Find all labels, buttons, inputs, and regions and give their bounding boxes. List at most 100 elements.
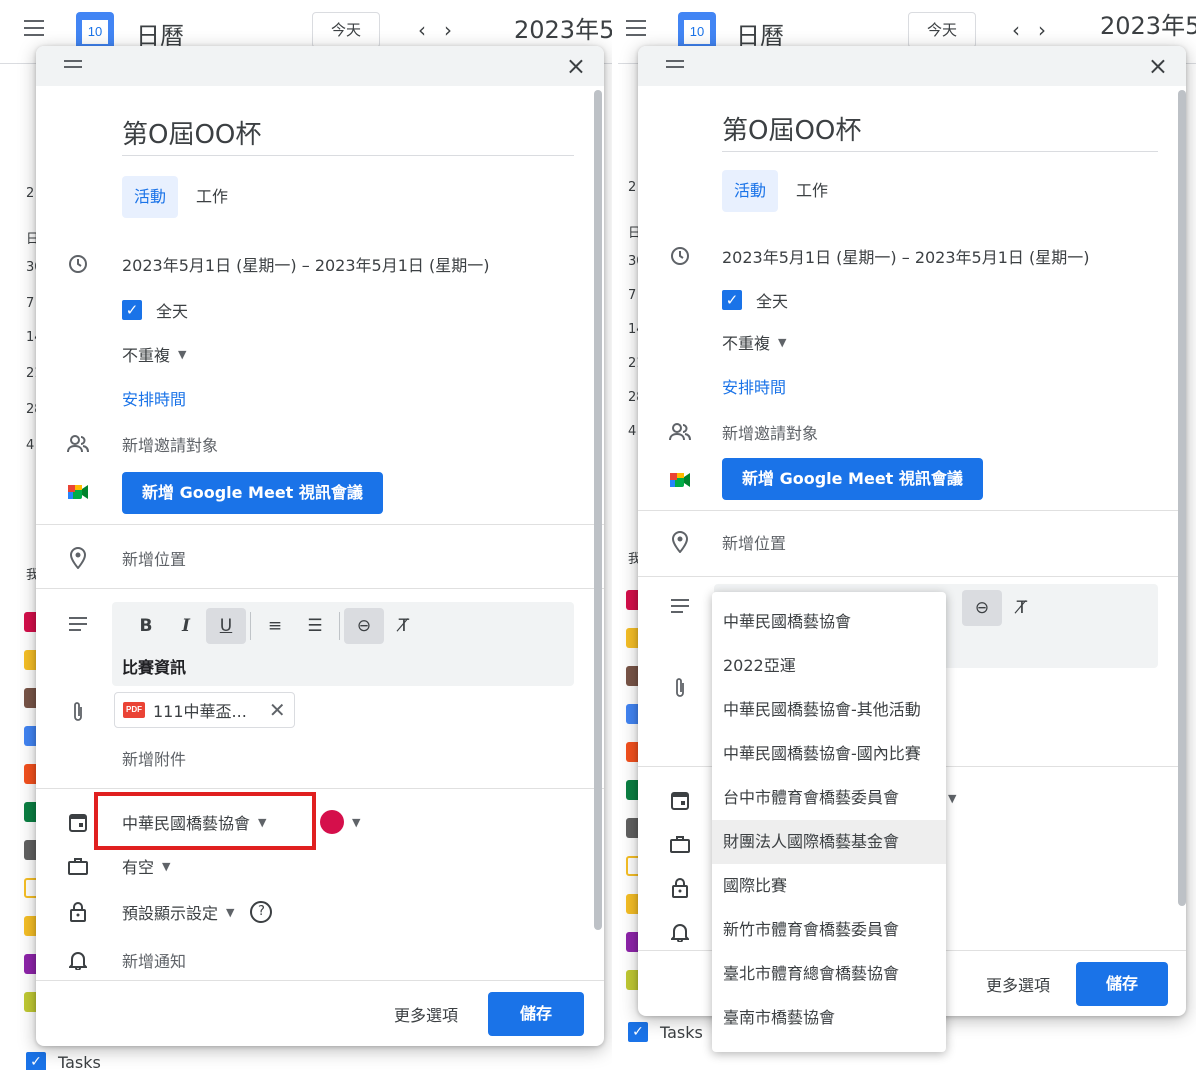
add-notification[interactable]: 新增通知 — [122, 948, 186, 972]
google-meet-icon — [668, 468, 692, 492]
date-range[interactable]: 2023年5月1日 (星期一) – 2023年5月1日 (星期一) — [122, 252, 489, 276]
link-icon[interactable]: ⊖ — [962, 590, 1002, 626]
tab-task[interactable]: 工作 — [184, 176, 240, 218]
close-icon[interactable]: × — [1148, 52, 1168, 80]
calendar-option[interactable]: 中華民國橋藝協會-國內比賽 — [712, 732, 946, 776]
date-nav[interactable]: ‹› — [1012, 18, 1064, 42]
drag-bar[interactable]: × — [638, 46, 1186, 86]
scrollbar[interactable] — [1178, 90, 1186, 906]
remove-attachment-icon[interactable]: ✕ — [269, 698, 286, 722]
next-arrow-icon[interactable]: › — [1038, 18, 1064, 42]
main-menu-icon[interactable] — [24, 20, 44, 36]
calendar-option[interactable]: 國際比賽 — [712, 864, 946, 908]
next-arrow-icon[interactable]: › — [444, 18, 470, 42]
clear-format-icon[interactable]: T̸ — [384, 608, 424, 644]
prev-arrow-icon[interactable]: ‹ — [418, 18, 444, 42]
more-options-button[interactable]: 更多選項 — [394, 1002, 458, 1026]
add-location-text[interactable]: 新增位置 — [722, 530, 786, 554]
underline-icon[interactable]: U — [206, 608, 246, 644]
calendar-select[interactable]: 中華民國橋藝協會 ▼ — [122, 810, 266, 834]
add-guests-text[interactable]: 新增邀請對象 — [122, 432, 218, 456]
bullet-list-icon[interactable]: ☰ — [295, 608, 335, 644]
add-location[interactable]: 新增位置 — [722, 530, 786, 554]
check-icon[interactable]: ✓ — [26, 1052, 46, 1070]
description-editor[interactable]: B I U ≡ ☰ ⊖ T̸ 比賽資訊 — [112, 602, 574, 686]
tasks-row[interactable]: ✓ Tasks — [628, 1022, 703, 1042]
scrollbar[interactable] — [594, 90, 602, 930]
all-day-row[interactable]: ✓ 全天 — [122, 298, 188, 322]
logo-day: 10 — [684, 20, 710, 44]
date-range-text[interactable]: 2023年5月1日 (星期一) – 2023年5月1日 (星期一) — [722, 244, 1089, 268]
calendar-option[interactable]: 中華民國橋藝協會-其他活動 — [712, 688, 946, 732]
repeat-dropdown[interactable]: 不重複 ▼ — [122, 342, 186, 366]
attachment-name[interactable]: 111中華盃... — [153, 698, 247, 722]
close-icon[interactable]: × — [566, 52, 586, 80]
find-time-text[interactable]: 安排時間 — [722, 374, 786, 398]
date-range-text[interactable]: 2023年5月1日 (星期一) – 2023年5月1日 (星期一) — [122, 252, 489, 276]
paperclip-icon — [66, 700, 90, 724]
add-meet-button[interactable]: 新增 Google Meet 視訊會議 — [722, 458, 983, 500]
drag-handle-icon[interactable] — [64, 60, 82, 68]
save-button[interactable]: 儲存 — [488, 992, 584, 1036]
event-color-dot[interactable] — [320, 810, 344, 834]
repeat-dropdown[interactable]: 不重複 ▼ — [722, 330, 786, 354]
calendar-option[interactable]: 台中市體育會橋藝委員會 — [712, 776, 946, 820]
find-time-text[interactable]: 安排時間 — [122, 386, 186, 410]
add-meet-button[interactable]: 新增 Google Meet 視訊會議 — [122, 472, 383, 514]
add-notification-text[interactable]: 新增通知 — [122, 948, 186, 972]
help-icon[interactable]: ? — [250, 901, 273, 923]
tab-event[interactable]: 活動 — [722, 170, 779, 212]
description-text[interactable]: 比賽資訊 — [122, 654, 186, 678]
color-picker[interactable]: ▼ — [320, 810, 360, 834]
add-guests[interactable]: 新增邀請對象 — [722, 420, 818, 444]
pdf-icon: PDF — [123, 702, 145, 718]
people-icon — [66, 432, 90, 456]
chevron-down-icon: ▼ — [178, 347, 187, 361]
chevron-down-icon: ▼ — [162, 859, 171, 873]
add-guests[interactable]: 新增邀請對象 — [122, 432, 218, 456]
save-button[interactable]: 儲存 — [1076, 962, 1168, 1006]
drag-handle-icon[interactable] — [666, 60, 684, 68]
add-location[interactable]: 新增位置 — [122, 546, 186, 570]
add-attachment[interactable]: 新增附件 — [122, 746, 186, 770]
calendar-option[interactable]: 新竹市體育會橋藝委員會 — [712, 908, 946, 952]
date-nav[interactable]: ‹› — [418, 18, 470, 42]
link-icon[interactable]: ⊖ — [344, 608, 384, 644]
numbered-list-icon[interactable]: ≡ — [255, 608, 295, 644]
date-range[interactable]: 2023年5月1日 (星期一) – 2023年5月1日 (星期一) — [722, 244, 1089, 268]
all-day-row[interactable]: ✓ 全天 — [722, 288, 788, 312]
tab-task[interactable]: 工作 — [784, 170, 840, 212]
calendar-option[interactable]: 財團法人國際橋藝基金會 — [712, 820, 946, 864]
bold-icon[interactable]: B — [126, 608, 166, 644]
event-title-input[interactable]: 第O屆OO杯 — [122, 116, 574, 156]
format-toolbar: B I U ≡ ☰ ⊖ T̸ — [126, 608, 424, 644]
more-options-button[interactable]: 更多選項 — [986, 972, 1050, 996]
chevron-down-icon[interactable]: ▼ — [948, 792, 956, 805]
check-icon[interactable]: ✓ — [628, 1022, 648, 1042]
attachment-chip[interactable]: PDF 111中華盃... ✕ — [114, 692, 295, 728]
today-button[interactable]: 今天 — [908, 12, 976, 48]
tab-event[interactable]: 活動 — [122, 176, 179, 218]
today-button[interactable]: 今天 — [312, 12, 380, 48]
visibility-dropdown[interactable]: 預設顯示設定 ▼ ? — [122, 900, 273, 924]
availability-dropdown[interactable]: 有空 ▼ — [122, 854, 170, 878]
all-day-checkbox[interactable]: ✓ — [122, 300, 142, 320]
all-day-checkbox[interactable]: ✓ — [722, 290, 742, 310]
find-time-link[interactable]: 安排時間 — [122, 386, 186, 410]
event-title-input[interactable]: 第O屆OO杯 — [722, 112, 1158, 152]
calendar-option[interactable]: 2022亞運 — [712, 644, 946, 688]
prev-arrow-icon[interactable]: ‹ — [1012, 18, 1038, 42]
add-guests-text[interactable]: 新增邀請對象 — [722, 420, 818, 444]
calendar-option[interactable]: 中華民國橋藝協會 — [712, 600, 946, 644]
add-attachment-text[interactable]: 新增附件 — [122, 746, 186, 770]
calendar-option[interactable]: 臺南市橋藝協會 — [712, 996, 946, 1040]
calendar-option[interactable]: 臺北市體育總會橋藝協會 — [712, 952, 946, 996]
main-menu-icon[interactable] — [626, 20, 646, 36]
tasks-row[interactable]: ✓ Tasks — [26, 1052, 101, 1070]
clear-format-icon[interactable]: T̸ — [1002, 590, 1042, 626]
find-time-link[interactable]: 安排時間 — [722, 374, 786, 398]
drag-bar[interactable]: × — [36, 46, 604, 86]
add-location-text[interactable]: 新增位置 — [122, 546, 186, 570]
italic-icon[interactable]: I — [166, 608, 206, 644]
divider — [36, 788, 604, 789]
